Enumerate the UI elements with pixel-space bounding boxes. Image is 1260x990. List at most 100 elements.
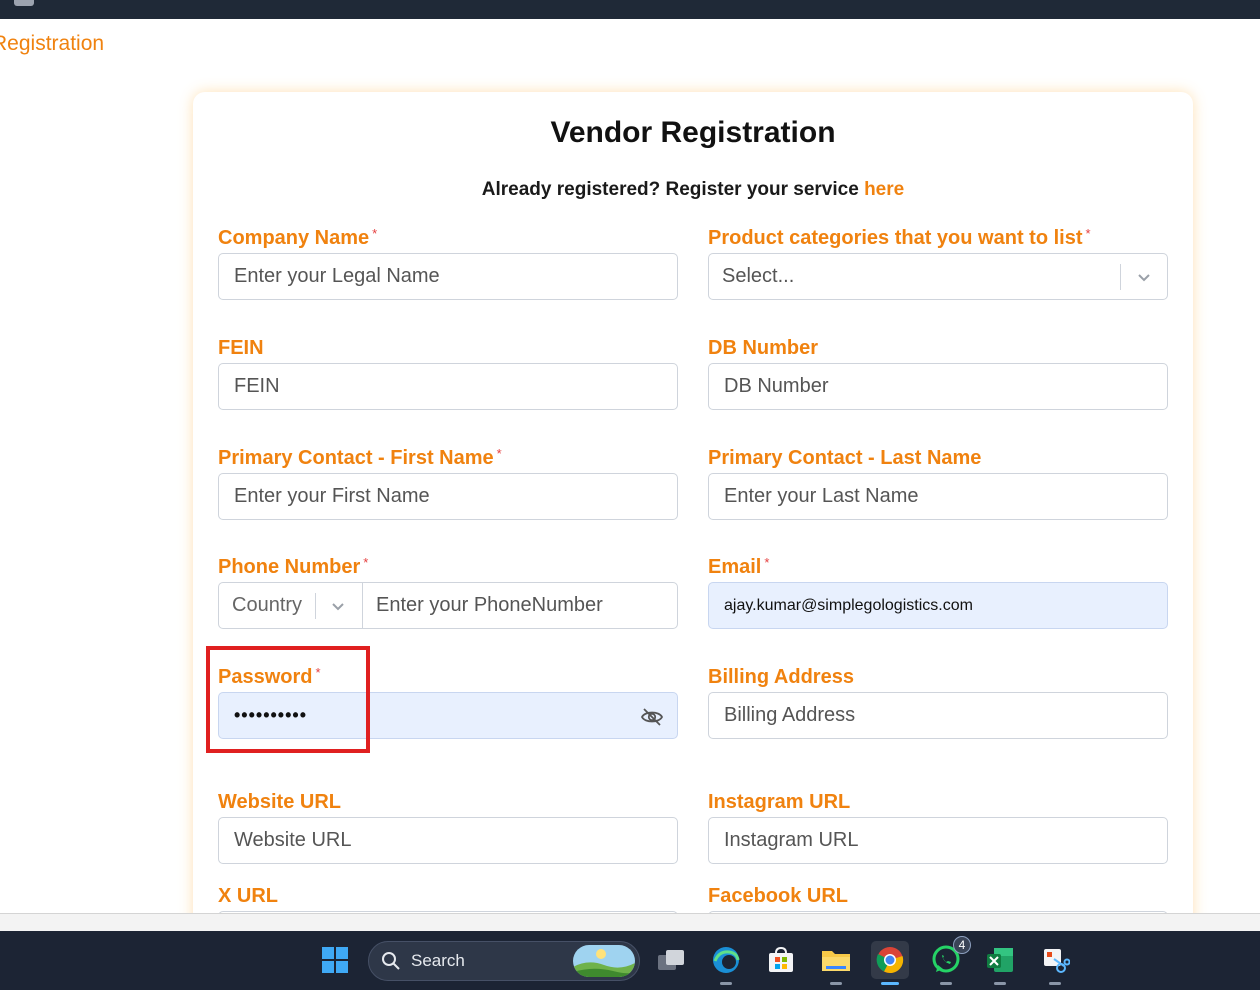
product-categories-placeholder: Select...	[722, 265, 795, 287]
product-categories-label: Product categories that you want to list…	[708, 226, 1091, 249]
select-separator	[1120, 264, 1121, 290]
registration-card: Vendor Registration Already registered? …	[193, 92, 1193, 913]
x-url-field: X URL	[218, 883, 678, 913]
company-name-input[interactable]: Enter your Legal Name	[218, 253, 678, 300]
fein-field: FEIN FEIN	[218, 335, 678, 410]
first-name-field: Primary Contact - First Name * Enter your…	[218, 445, 678, 520]
email-value: ajay.kumar@simplegologistics.com	[724, 596, 973, 614]
taskbar-chrome[interactable]	[871, 941, 909, 985]
edge-icon	[713, 947, 740, 973]
billing-address-input[interactable]: Billing Address	[708, 692, 1168, 739]
fein-placeholder: FEIN	[234, 375, 280, 397]
page-viewport: Registration Vendor Registration Already…	[0, 19, 1260, 913]
db-number-placeholder: DB Number	[724, 375, 829, 397]
website-url-label: Website URL	[218, 791, 341, 813]
db-number-field: DB Number DB Number	[708, 335, 1168, 410]
taskbar-whatsapp[interactable]: 4	[927, 936, 971, 985]
register-service-link[interactable]: here	[864, 179, 904, 200]
taskbar-file-explorer[interactable]	[817, 941, 855, 985]
windows-icon	[322, 947, 348, 973]
x-url-label: X URL	[218, 885, 278, 907]
phone-input-group: Country Enter your PhoneNumber	[218, 582, 678, 629]
website-url-input[interactable]: Website URL	[218, 817, 678, 864]
folder-icon	[822, 951, 850, 971]
already-registered-text: Already registered? Register your servic…	[193, 179, 1193, 201]
instagram-url-placeholder: Instagram URL	[724, 829, 859, 851]
country-placeholder: Country	[232, 594, 303, 616]
company-name-placeholder: Enter your Legal Name	[234, 265, 440, 287]
page-title: Vendor Registration	[550, 116, 836, 149]
running-indicator	[994, 982, 1006, 985]
running-indicator	[881, 982, 899, 985]
taskbar: Search 4	[0, 931, 1260, 990]
billing-address-field: Billing Address Billing Address	[708, 664, 1168, 739]
breadcrumb[interactable]: Registration	[0, 31, 104, 57]
fein-input[interactable]: FEIN	[218, 363, 678, 410]
db-number-label: DB Number	[708, 337, 819, 359]
last-name-field: Primary Contact - Last Name Enter your L…	[708, 445, 1168, 520]
annotation-highlight-box	[206, 646, 370, 753]
required-marker: *	[764, 555, 770, 570]
taskbar-excel[interactable]	[981, 941, 1019, 985]
instagram-url-label: Instagram URL	[708, 791, 851, 813]
task-view-icon	[658, 950, 684, 970]
phone-field: Phone Number * Country Enter your PhoneNu…	[218, 554, 678, 629]
search-highlight-image	[573, 945, 635, 977]
running-indicator	[830, 982, 842, 985]
chevron-down-icon[interactable]	[1135, 268, 1153, 292]
running-indicator	[720, 982, 732, 985]
browser-top-bar	[0, 0, 1260, 19]
task-view-button[interactable]	[652, 941, 690, 979]
eye-off-icon[interactable]	[640, 705, 664, 735]
facebook-url-field: Facebook URL	[708, 883, 1168, 913]
taskbar-snipping-tool[interactable]	[1036, 941, 1074, 985]
company-name-label: Company Name *	[218, 226, 378, 249]
subtitle-text: Already registered? Register your servic…	[481, 179, 859, 200]
search-icon	[382, 952, 400, 970]
window-bottom-divider	[0, 913, 1260, 931]
last-name-label: Primary Contact - Last Name	[708, 447, 982, 469]
email-input[interactable]: ajay.kumar@simplegologistics.com	[708, 582, 1168, 629]
email-field: Email * ajay.kumar@simplegologistics.com	[708, 554, 1168, 629]
search-label: Search	[411, 951, 465, 970]
instagram-url-field: Instagram URL Instagram URL	[708, 789, 1168, 864]
store-icon	[769, 946, 793, 972]
product-categories-select[interactable]: Select...	[708, 253, 1168, 300]
first-name-label: Primary Contact - First Name *	[218, 446, 502, 469]
company-name-field: Company Name * Enter your Legal Name	[218, 225, 678, 300]
first-name-placeholder: Enter your First Name	[234, 485, 430, 507]
billing-address-placeholder: Billing Address	[724, 704, 856, 726]
select-separator	[315, 593, 316, 619]
app-icon	[14, 0, 34, 6]
taskbar-edge[interactable]	[707, 941, 745, 985]
website-url-field: Website URL Website URL	[218, 789, 678, 864]
phone-label: Phone Number *	[218, 555, 369, 578]
chrome-icon	[876, 947, 904, 974]
required-marker: *	[496, 446, 502, 461]
billing-address-label: Billing Address	[708, 666, 854, 688]
facebook-url-label: Facebook URL	[708, 885, 849, 907]
taskbar-search[interactable]: Search	[368, 941, 640, 981]
start-button[interactable]	[316, 941, 354, 979]
first-name-input[interactable]: Enter your First Name	[218, 473, 678, 520]
instagram-url-input[interactable]: Instagram URL	[708, 817, 1168, 864]
country-select[interactable]: Country	[219, 583, 363, 628]
email-label: Email *	[708, 555, 770, 578]
last-name-placeholder: Enter your Last Name	[724, 485, 919, 507]
required-marker: *	[363, 555, 369, 570]
last-name-input[interactable]: Enter your Last Name	[708, 473, 1168, 520]
chevron-down-icon[interactable]	[329, 597, 347, 621]
running-indicator	[940, 982, 952, 985]
required-marker: *	[372, 226, 378, 241]
notification-badge: 4	[953, 936, 971, 954]
snipping-tool-icon	[1044, 949, 1070, 973]
db-number-input[interactable]: DB Number	[708, 363, 1168, 410]
taskbar-store[interactable]	[762, 941, 800, 979]
excel-icon	[987, 948, 1013, 972]
product-categories-field: Product categories that you want to list…	[708, 225, 1168, 300]
fein-label: FEIN	[218, 337, 264, 359]
running-indicator	[1049, 982, 1061, 985]
website-url-placeholder: Website URL	[234, 829, 352, 851]
phone-number-input[interactable]: Enter your PhoneNumber	[363, 594, 603, 617]
required-marker: *	[1085, 226, 1091, 241]
